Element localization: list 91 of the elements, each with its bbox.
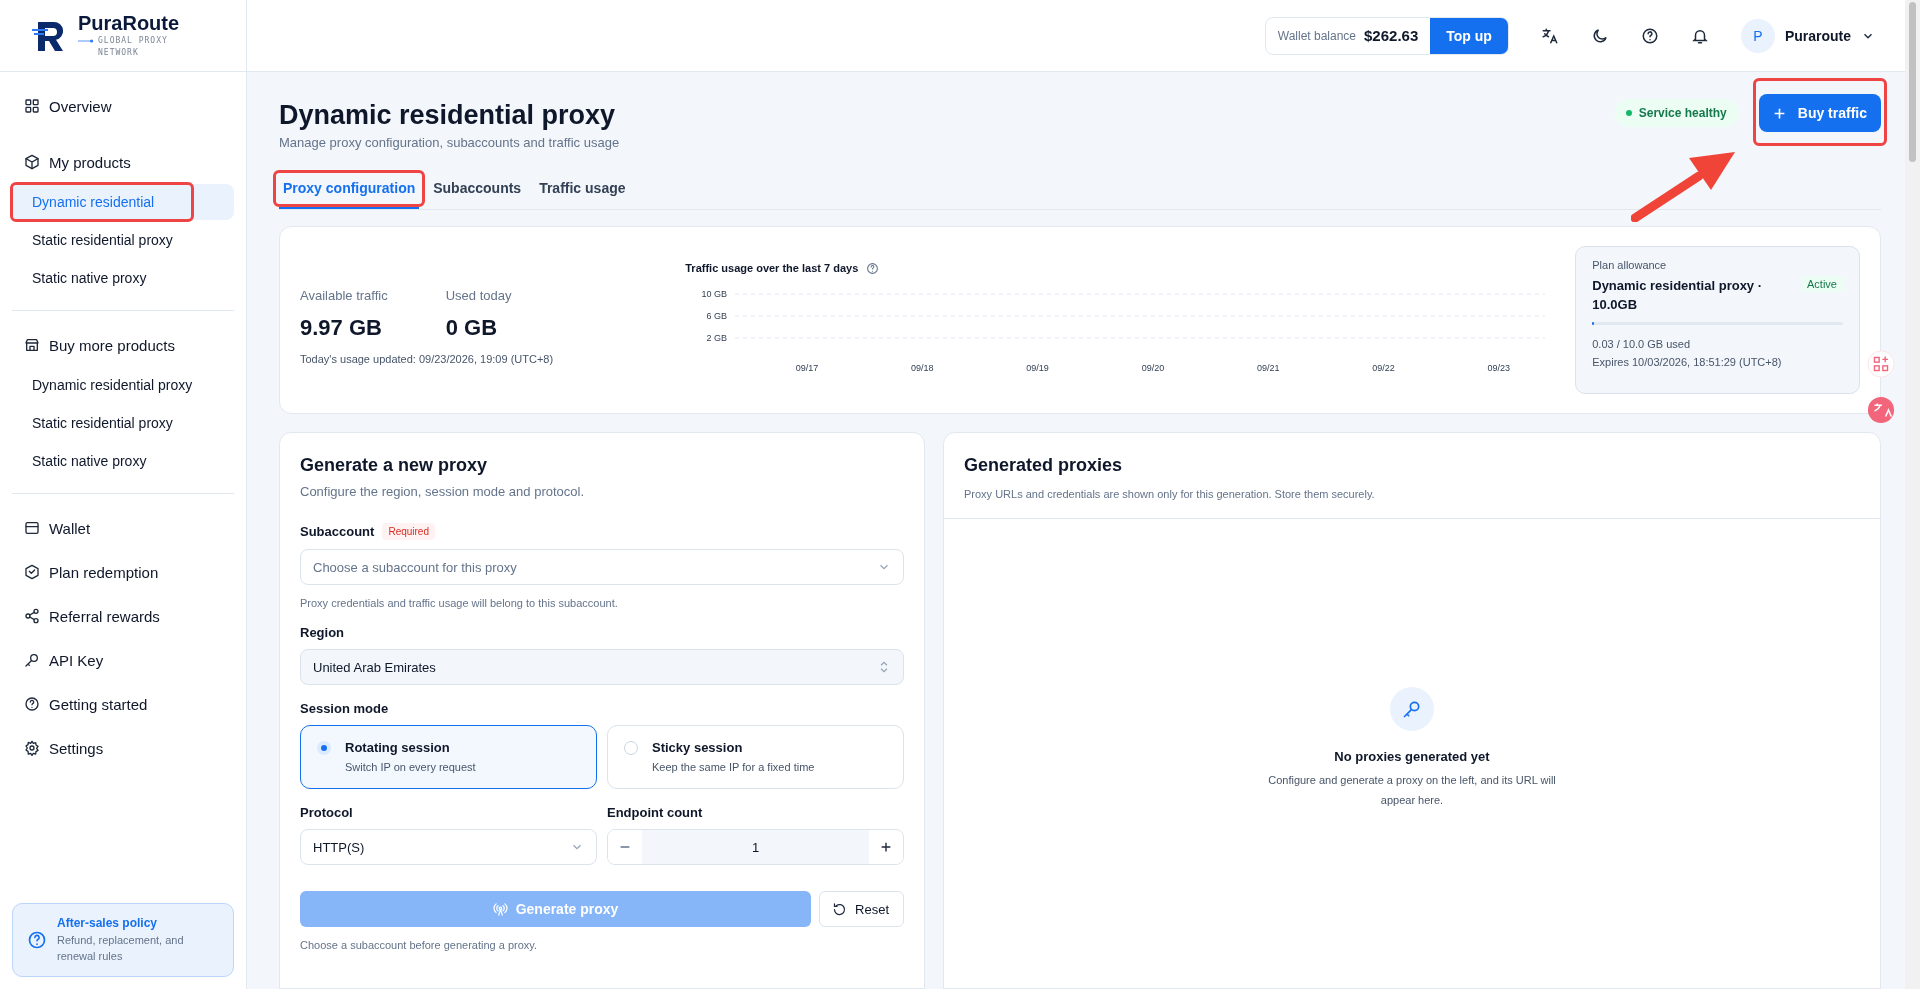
cube-icon	[24, 154, 40, 170]
field-label: Protocol	[300, 805, 354, 820]
empty-title: No proxies generated yet	[1334, 749, 1490, 764]
protocol-select[interactable]: HTTP(S)	[300, 829, 597, 865]
form-footnote: Choose a subaccount before generating a proxy.	[300, 939, 539, 951]
nav-item[interactable]: Plan redemption	[12, 550, 234, 594]
y-tick-label: 6 GB	[706, 310, 728, 321]
help-icon[interactable]	[1640, 26, 1659, 45]
chart-title: Traffic usage over the last 7 days	[685, 262, 859, 274]
apps-icon[interactable]	[1867, 350, 1895, 378]
stat-label: Used today	[445, 287, 512, 303]
card-title: Generated proxies	[964, 455, 1124, 476]
nav-item[interactable]: Static native proxy	[12, 443, 234, 479]
wallet-label: Wallet balance	[1276, 28, 1358, 43]
x-tick-label: 09/17	[796, 362, 819, 373]
plan-label: Plan allowance	[1592, 259, 1668, 271]
page-title: Dynamic residential proxy	[279, 100, 617, 131]
status-badge: Service healthy	[1613, 99, 1739, 127]
y-tick-label: 2 GB	[706, 332, 728, 343]
help-icon	[27, 930, 47, 950]
card-title: Generate a new proxy	[300, 455, 489, 476]
top-up-button[interactable]: Top up	[1430, 17, 1508, 54]
session-option[interactable]: Rotating session Switch IP on every request	[300, 725, 597, 789]
plan-expiry: Expires 10/03/2026, 18:51:29 (UTC+8)	[1592, 355, 1783, 370]
key-icon	[24, 652, 40, 668]
card-subtitle: Configure the region, session mode and protocol.	[300, 484, 585, 499]
wallet-amount: $262.63	[1364, 27, 1420, 44]
help-icon	[24, 696, 40, 712]
page-subtitle: Manage proxy configuration, subaccounts and traffic usage	[279, 135, 620, 150]
nav-item[interactable]: Dynamic residential proxy	[12, 367, 234, 403]
nav-item[interactable]: Referral rewards	[12, 594, 234, 638]
nav-item[interactable]: My products	[12, 140, 234, 184]
required-badge: Required	[382, 523, 435, 540]
policy-card[interactable]: After-sales policy Refund, replacement, and renewal rules	[12, 903, 234, 977]
x-tick-label: 09/23	[1487, 362, 1511, 373]
field-label: Session mode	[300, 701, 390, 716]
brand-tagline: GLOBAL PROXY NETWORK	[98, 35, 169, 59]
antenna-icon	[492, 901, 508, 917]
stat-value: 0 GB	[445, 314, 499, 341]
empty-text: Configure and generate a proxy on the left, and its URL will appear here.	[1267, 773, 1557, 808]
plan-name: Dynamic residential proxy · 10.0GB	[1592, 277, 1764, 314]
plan-usage: 0.03 / 10.0 GB used	[1592, 337, 1692, 352]
x-tick-label: 09/18	[911, 362, 934, 373]
wallet-icon	[24, 520, 40, 536]
nav-item[interactable]: API Key	[12, 638, 234, 682]
nav-item[interactable]: Settings	[12, 726, 234, 770]
x-tick-label: 09/21	[1257, 362, 1280, 373]
subaccount-select[interactable]: Choose a subaccount for this proxy	[300, 549, 904, 585]
status-badge: Active	[1801, 276, 1843, 292]
nav-item[interactable]: Static residential proxy	[12, 405, 234, 441]
user-name[interactable]: Puraroute	[1784, 27, 1851, 44]
line-dot-icon	[78, 38, 94, 44]
stat-label: Available traffic	[300, 287, 388, 303]
nav-item[interactable]: Wallet	[12, 506, 234, 550]
plus-icon	[1772, 106, 1786, 120]
buy-traffic-button[interactable]: Buy traffic	[1758, 94, 1881, 132]
tab[interactable]: Subaccounts	[429, 170, 526, 209]
session-option[interactable]: Sticky session Keep the same IP for a fixed time	[607, 725, 904, 789]
nav-item[interactable]: Getting started	[12, 682, 234, 726]
y-tick-label: 10 GB	[701, 288, 728, 299]
x-tick-label: 09/20	[1141, 362, 1165, 373]
share-icon	[24, 608, 40, 624]
field-label: Region	[300, 625, 346, 640]
stat-value: 9.97 GB	[300, 314, 383, 341]
key-icon	[1390, 687, 1434, 731]
brand-name: PuraRoute	[78, 12, 181, 35]
card-subtitle: Proxy URLs and credentials are shown only for this generation. Store them securely.	[964, 488, 1376, 500]
field-hint: Proxy credentials and traffic usage will belong to this subaccount.	[300, 597, 619, 609]
region-select[interactable]: United Arab Emirates	[300, 649, 904, 685]
field-label: Endpoint count	[607, 805, 704, 820]
policy-title: After-sales policy	[57, 916, 159, 930]
policy-description: Refund, replacement, and renewal rules	[57, 933, 185, 964]
update-note: Today's usage updated: 09/23/2026, 19:09 (UTC+8)	[300, 352, 555, 365]
nav-item[interactable]: Static native proxy	[12, 260, 234, 296]
store-icon	[24, 337, 40, 353]
scrollbar[interactable]	[1909, 2, 1916, 162]
reset-button[interactable]: Reset	[819, 891, 904, 927]
field-label: Subaccount	[300, 524, 375, 539]
tab[interactable]: Proxy configuration	[279, 170, 420, 209]
nav-item[interactable]: Dynamic residential	[12, 184, 234, 220]
tab[interactable]: Traffic usage	[535, 170, 630, 209]
x-tick-label: 09/19	[1026, 362, 1050, 373]
gear-icon	[24, 740, 40, 756]
reset-icon	[832, 901, 848, 917]
nav-item[interactable]: Buy more products	[12, 323, 234, 367]
nav-item[interactable]: Static residential proxy	[12, 222, 234, 258]
avatar[interactable]: P	[1740, 18, 1775, 53]
translate-icon[interactable]	[1540, 26, 1559, 45]
grid-icon	[24, 98, 40, 114]
nav-item[interactable]: Overview	[12, 84, 234, 128]
x-tick-label: 09/22	[1372, 362, 1395, 373]
